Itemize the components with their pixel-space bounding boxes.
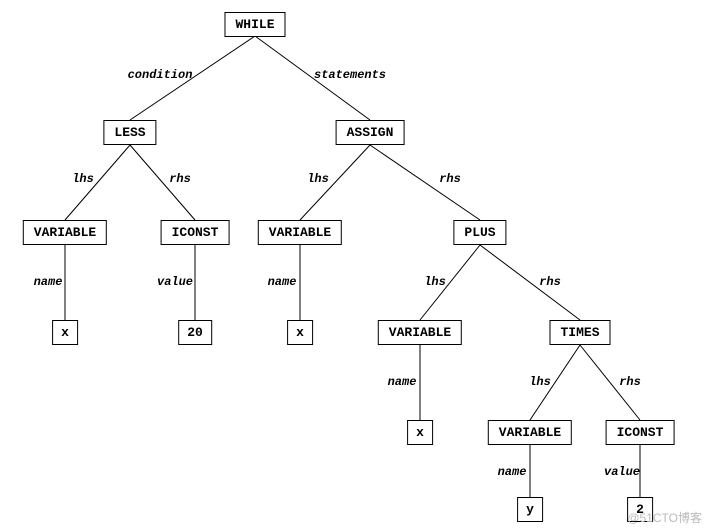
node-variable-3: VARIABLE xyxy=(378,320,462,345)
edge-iconst1-value: value xyxy=(157,275,193,289)
node-iconst-1: ICONST xyxy=(161,220,230,245)
edge-iconst2-value: value xyxy=(604,465,640,479)
edge-times-rhs: rhs xyxy=(619,375,641,389)
leaf-20: 20 xyxy=(178,320,212,345)
node-iconst-2: ICONST xyxy=(606,420,675,445)
leaf-y: y xyxy=(517,497,543,522)
node-assign: ASSIGN xyxy=(336,120,405,145)
edge-var3-name: name xyxy=(388,375,417,389)
node-less: LESS xyxy=(103,120,156,145)
node-times: TIMES xyxy=(549,320,610,345)
watermark: @51CTO博客 xyxy=(627,509,702,526)
edge-var4-name: name xyxy=(498,465,527,479)
leaf-x-1: x xyxy=(52,320,78,345)
edge-plus-rhs: rhs xyxy=(539,275,561,289)
node-variable-2: VARIABLE xyxy=(258,220,342,245)
edge-assign-lhs: lhs xyxy=(307,172,329,186)
edge-statements: statements xyxy=(314,68,386,82)
node-while: WHILE xyxy=(224,12,285,37)
leaf-x-2: x xyxy=(287,320,313,345)
edge-var2-name: name xyxy=(268,275,297,289)
edge-assign-rhs: rhs xyxy=(439,172,461,186)
edge-var1-name: name xyxy=(34,275,63,289)
edge-less-lhs: lhs xyxy=(72,172,94,186)
node-plus: PLUS xyxy=(453,220,506,245)
node-variable-4: VARIABLE xyxy=(488,420,572,445)
node-variable-1: VARIABLE xyxy=(23,220,107,245)
leaf-x-3: x xyxy=(407,420,433,445)
edge-plus-lhs: lhs xyxy=(424,275,446,289)
edge-less-rhs: rhs xyxy=(169,172,191,186)
edge-times-lhs: lhs xyxy=(529,375,551,389)
edge-condition: condition xyxy=(128,68,193,82)
